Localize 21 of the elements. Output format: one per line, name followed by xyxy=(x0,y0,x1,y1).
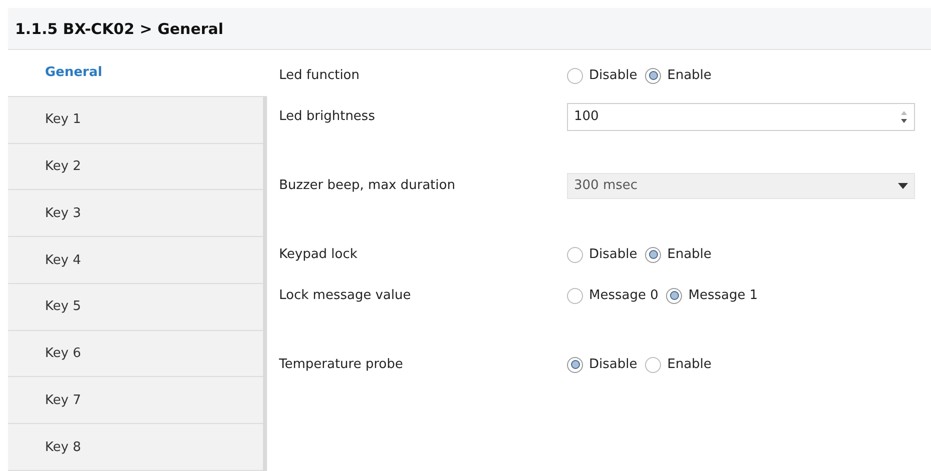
setting-label: Lock message value xyxy=(279,288,412,303)
sidebar-item[interactable]: General xyxy=(8,50,267,97)
caret-icon xyxy=(898,182,908,188)
setting-label: Buzzer beep, max duration xyxy=(279,178,456,193)
radio-option[interactable]: Message 1 xyxy=(666,288,758,304)
sidebar-item[interactable]: Key 6 xyxy=(8,330,263,378)
radio-option[interactable]: Disable xyxy=(567,68,638,84)
setting-label: Temperature probe xyxy=(279,357,404,372)
page-title: 1.1.5 BX-CK02 > General xyxy=(15,20,224,38)
number-field[interactable]: 100 xyxy=(567,102,915,130)
sidebar-item[interactable]: Key 2 xyxy=(8,144,263,190)
radio-option[interactable]: Message 0 xyxy=(567,288,658,304)
radio-option[interactable]: Enable xyxy=(645,246,712,262)
setting-label: Led brightness xyxy=(279,109,376,124)
setting-label: Keypad lock xyxy=(279,247,358,262)
dropdown[interactable]: 300 msec xyxy=(567,172,915,198)
radio-option[interactable]: Enable xyxy=(645,68,712,84)
setting-label: Led function xyxy=(279,68,361,83)
radio-option[interactable]: Disable xyxy=(567,356,638,372)
radio-option[interactable]: Enable xyxy=(645,356,712,372)
radio-option[interactable]: Disable xyxy=(567,246,638,262)
